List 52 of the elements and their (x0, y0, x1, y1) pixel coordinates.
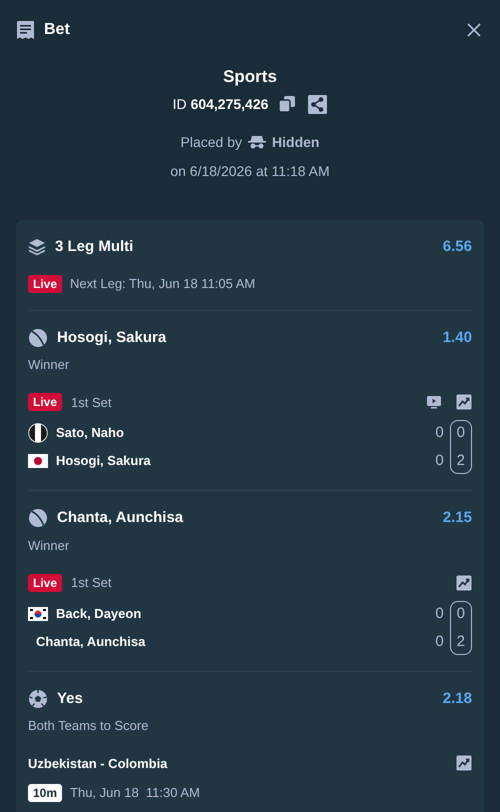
current-score-box: 0 2 (450, 600, 472, 654)
bet-id: 604,275,426 (190, 94, 268, 114)
score: 0 (435, 632, 444, 652)
receipt-icon (16, 20, 35, 40)
layers-icon (28, 238, 46, 256)
player-name: Chanta, Aunchisa (36, 632, 146, 651)
sport-title: Sports (223, 66, 277, 88)
match-name: Uzbekistan - Colombia (28, 754, 168, 772)
next-leg-time: Next Leg: Thu, Jun 18 11:05 AM (70, 275, 256, 293)
tennis-ball-icon (28, 328, 48, 348)
tennis-ball-icon (28, 508, 48, 528)
bet-id-label: ID (172, 94, 187, 114)
incognito-icon (248, 135, 266, 149)
score: 0 (435, 423, 444, 443)
selection-name: Chanta, Aunchisa (57, 508, 184, 528)
soccer-ball-icon (28, 688, 48, 709)
user-name: Hidden (272, 132, 320, 152)
copy-icon[interactable] (278, 95, 296, 113)
market-name: Winner (28, 536, 70, 554)
dialog-title: Bet (44, 20, 70, 40)
multi-title: 3 Leg Multi (55, 236, 134, 256)
live-badge: Live (28, 574, 62, 592)
period-label: 1st Set (71, 394, 112, 412)
score: 0 (435, 604, 444, 624)
selection-name: Yes (57, 688, 83, 708)
flag-icon (28, 423, 48, 443)
live-badge: Live (28, 274, 62, 293)
market-name: Winner (28, 356, 70, 374)
player-name: Back, Dayeon (56, 604, 142, 623)
player-name: Sato, Naho (56, 424, 124, 442)
score: 0 (435, 451, 444, 471)
match-time: Thu, Jun 18 11:30 AM (70, 784, 200, 802)
share-icon[interactable] (308, 94, 328, 114)
player-name: Hosogi, Sakura (56, 452, 151, 470)
odds: 2.18 (442, 688, 472, 708)
placed-date: on 6/18/2026 at 11:18 AM (170, 162, 330, 180)
chart-icon[interactable] (456, 755, 472, 772)
selection-name: Hosogi, Sakura (57, 328, 166, 348)
live-badge: Live (28, 393, 62, 412)
period-label: 1st Set (71, 574, 112, 592)
market-name: Both Teams to Score (28, 717, 150, 735)
chart-icon[interactable] (456, 394, 472, 410)
countdown-badge: 10m (28, 784, 62, 802)
odds: 2.15 (442, 508, 472, 528)
flag-icon (28, 606, 48, 620)
chart-icon[interactable] (456, 574, 472, 591)
flag-icon (28, 454, 48, 468)
total-odds: 6.56 (442, 236, 472, 256)
current-score-box: 0 2 (450, 420, 472, 474)
placed-by-label: Placed by (180, 132, 242, 152)
tv-icon[interactable] (426, 394, 442, 410)
odds: 1.40 (442, 328, 472, 348)
